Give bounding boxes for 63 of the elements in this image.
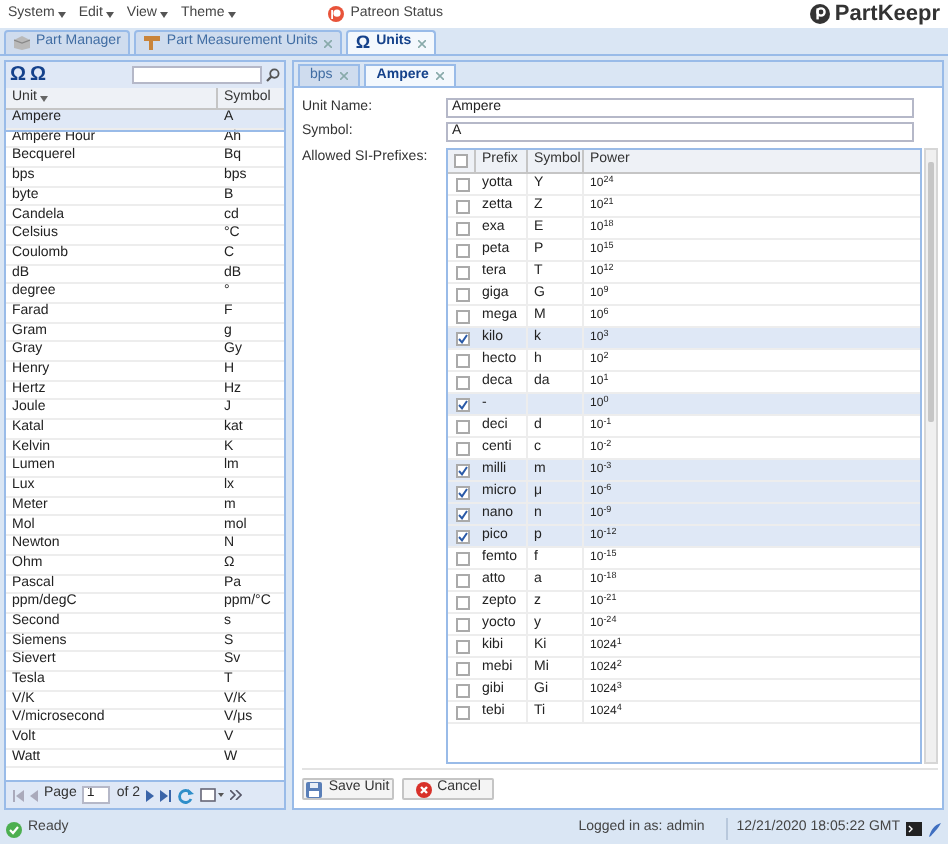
more-icon[interactable] [230, 790, 243, 800]
close-icon[interactable] [323, 39, 332, 47]
terminal-icon[interactable] [906, 822, 922, 836]
checkbox[interactable] [455, 287, 469, 301]
floppy-icon [306, 781, 323, 797]
check-icon [457, 333, 467, 343]
checkbox[interactable] [455, 397, 469, 411]
check-icon [457, 531, 467, 541]
last-page-icon[interactable] [160, 789, 173, 801]
caret-icon [160, 11, 169, 17]
box-icon [14, 36, 30, 50]
checkbox[interactable] [455, 199, 469, 213]
checkbox[interactable] [455, 683, 469, 697]
close-icon[interactable] [340, 72, 349, 80]
checkbox[interactable] [455, 551, 469, 565]
checkbox[interactable] [455, 419, 469, 433]
checkbox[interactable] [455, 375, 469, 389]
search-icon[interactable] [266, 68, 280, 82]
check-icon [457, 487, 467, 497]
checkbox[interactable] [455, 661, 469, 675]
ready-icon [6, 821, 22, 837]
first-page-icon[interactable] [12, 789, 24, 801]
cancel-icon [415, 781, 432, 797]
checkbox[interactable] [455, 331, 469, 345]
select-all-checkbox[interactable] [454, 154, 468, 168]
check-icon [457, 399, 467, 409]
checkbox[interactable] [455, 463, 469, 477]
logo-text: PartKeepr [834, 0, 940, 30]
previous-page-icon[interactable] [30, 789, 38, 801]
close-icon[interactable] [417, 39, 426, 47]
scrollbar[interactable] [924, 148, 938, 764]
checkbox[interactable] [455, 309, 469, 323]
checkbox[interactable] [455, 639, 469, 653]
check-icon [457, 509, 467, 519]
omega-icon: Ω [355, 29, 371, 57]
search-field[interactable] [132, 66, 262, 84]
checkbox[interactable] [455, 617, 469, 631]
check-icon [457, 465, 467, 475]
caret-icon [58, 11, 67, 17]
close-icon[interactable] [436, 72, 445, 80]
checkbox[interactable] [455, 221, 469, 235]
caret-icon [228, 11, 237, 17]
checkbox[interactable] [455, 507, 469, 521]
ruler-icon [144, 36, 161, 50]
feather-icon[interactable] [928, 821, 942, 837]
caret-icon [106, 11, 115, 17]
unit-icon[interactable]: Ω [30, 65, 47, 85]
checkbox[interactable] [455, 529, 469, 543]
checkbox[interactable] [455, 177, 469, 191]
checkbox[interactable] [455, 595, 469, 609]
checkbox[interactable] [455, 353, 469, 367]
next-page-icon[interactable] [146, 789, 155, 801]
sort-icon [40, 95, 49, 101]
checkbox[interactable] [455, 485, 469, 499]
export-icon[interactable] [200, 788, 225, 802]
checkbox[interactable] [455, 573, 469, 587]
checkbox[interactable] [455, 265, 469, 279]
add-unit-icon[interactable]: Ω [10, 65, 27, 85]
checkbox[interactable] [455, 705, 469, 719]
checkbox[interactable] [455, 243, 469, 257]
patreon-icon [328, 6, 345, 22]
refresh-icon[interactable] [178, 787, 195, 803]
checkbox[interactable] [455, 441, 469, 455]
